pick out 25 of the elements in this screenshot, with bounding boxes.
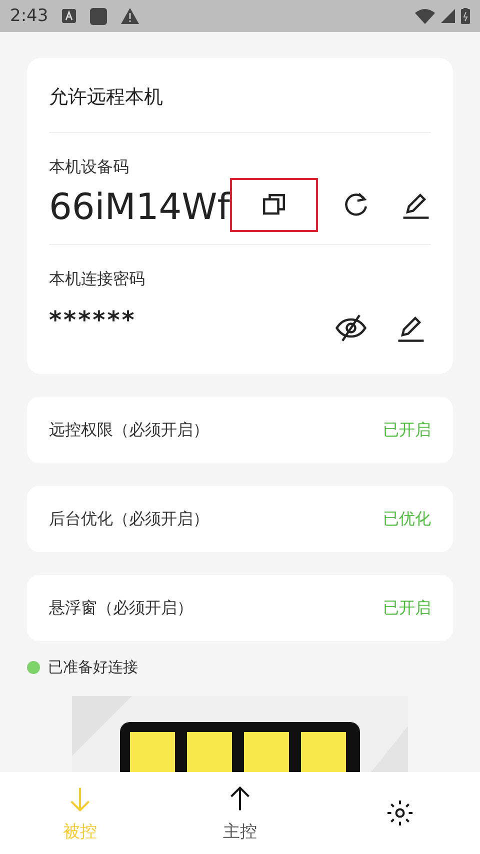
device-code-label: 本机设备码 (49, 157, 130, 178)
ready-text: 已准备好连接 (48, 658, 138, 677)
copy-button[interactable] (230, 178, 318, 232)
setting-label: 后台优化（必须开启） (49, 508, 209, 530)
notification-icon (62, 9, 76, 23)
signal-icon (441, 9, 455, 23)
nav-tab[interactable]: 主控 (160, 772, 320, 854)
setting-label: 悬浮窗（必须开启） (49, 598, 193, 618)
setting-row[interactable]: 后台优化（必须开启） 已优化 (27, 486, 453, 552)
battery-icon (461, 8, 470, 24)
device-code: 66iM14Wf (49, 186, 230, 228)
warning-icon (121, 8, 140, 24)
setting-status: 已优化 (383, 508, 431, 530)
settings-icon (385, 798, 415, 828)
setting-row[interactable]: 远控权限（必须开启） 已开启 (27, 397, 453, 463)
card-title: 允许远程本机 (49, 58, 431, 133)
setting-label: 远控权限（必须开启） (49, 420, 209, 440)
status-time: 2:43 (10, 6, 48, 26)
setting-row[interactable]: 悬浮窗（必须开启） 已开启 (27, 575, 453, 641)
password-label: 本机连接密码 (49, 269, 146, 290)
square-icon (90, 8, 108, 24)
setting-status: 已开启 (383, 598, 431, 618)
wifi-icon (415, 8, 435, 24)
password-text: ****** (49, 306, 136, 334)
setting-status: 已开启 (383, 420, 431, 440)
